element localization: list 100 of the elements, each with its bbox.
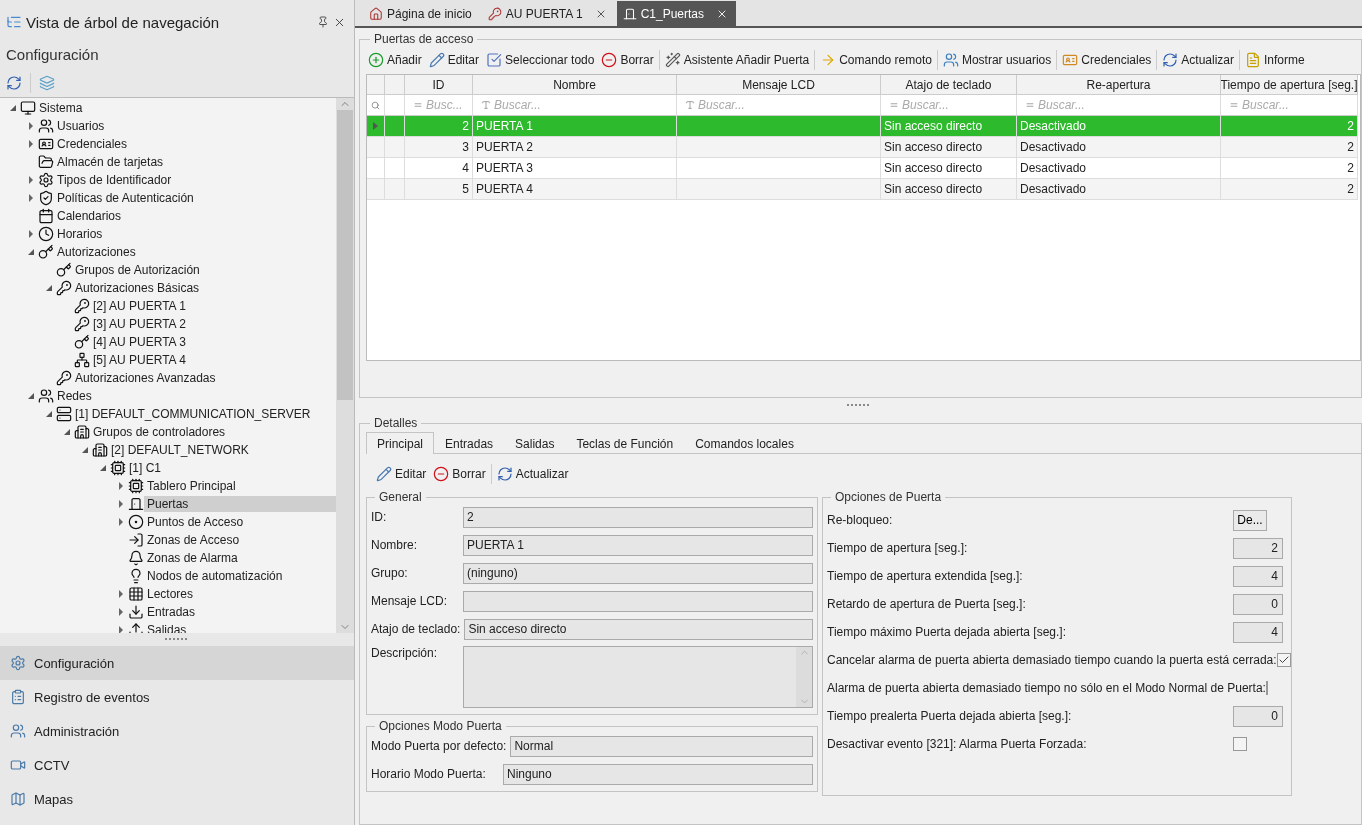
tab[interactable]: Principal [366, 432, 435, 454]
collapse-arrow-icon[interactable] [45, 284, 53, 292]
tree-item[interactable]: [1] C1 [126, 460, 165, 476]
tree-item[interactable]: Usuarios [54, 118, 109, 134]
splitter-handle[interactable] [846, 403, 871, 407]
table-row[interactable]: 5 PUERTA 4 Sin acceso directo Desactivado 2 [367, 179, 1358, 200]
checkbox[interactable] [1276, 653, 1291, 667]
tree-item[interactable]: Zonas de Alarma [144, 550, 242, 566]
number-field[interactable]: 2 [1233, 537, 1283, 559]
collapse-arrow-icon[interactable] [9, 104, 17, 112]
tree-item[interactable]: Calendarios [54, 208, 126, 224]
tree-item[interactable]: Sistema [36, 100, 87, 116]
toolbar-button[interactable]: Credenciales [1060, 50, 1154, 70]
tree-item[interactable]: Grupos de Autorización [72, 262, 204, 278]
expand-arrow-icon[interactable] [117, 500, 125, 508]
table-row[interactable]: 4 PUERTA 3 Sin acceso directo Desactivado 2 [367, 158, 1358, 179]
tree-item[interactable]: Horarios [54, 226, 107, 242]
toolbar-button[interactable]: Borrar [431, 464, 488, 484]
tree-item[interactable]: [4] AU PUERTA 3 [90, 334, 190, 350]
column-header[interactable]: Tiempo de apertura [seg.] [1221, 75, 1358, 95]
toolbar-button[interactable]: Editar [426, 50, 482, 70]
scrollbar[interactable] [336, 98, 354, 633]
toolbar-button[interactable]: Añadir [366, 50, 424, 70]
tree-item[interactable]: Credenciales [54, 136, 132, 152]
column-header[interactable]: Atajo de teclado [881, 75, 1017, 95]
column-header[interactable]: Nombre [473, 75, 677, 95]
tree-item[interactable]: [2] DEFAULT_NETWORK [108, 442, 253, 458]
collapse-arrow-icon[interactable] [45, 410, 53, 418]
toolbar-button[interactable]: Asistente Añadir Puerta [662, 50, 812, 70]
number-field[interactable]: 0 [1233, 593, 1283, 615]
table-row[interactable]: 3 PUERTA 2 Sin acceso directo Desactivado 2 [367, 137, 1358, 158]
document-tab[interactable]: C1_Puertas [616, 1, 737, 26]
relock-button[interactable]: De... [1233, 509, 1267, 531]
tree-item[interactable]: Lectores [144, 586, 198, 602]
expand-arrow-icon[interactable] [27, 194, 35, 202]
toolbar-button[interactable]: Editar [374, 464, 429, 484]
expand-arrow-icon[interactable] [117, 518, 125, 526]
column-header[interactable]: Mensaje LCD [677, 75, 881, 95]
toolbar-button[interactable]: Informe [1243, 50, 1307, 70]
toolbar-button[interactable]: Borrar [599, 50, 656, 70]
input-field[interactable]: Sin acceso directo [464, 618, 813, 640]
input-field[interactable]: PUERTA 1 [463, 534, 813, 556]
collapse-arrow-icon[interactable] [27, 392, 35, 400]
tree-item[interactable]: Tablero Principal [144, 478, 240, 494]
collapse-arrow-icon[interactable] [81, 446, 89, 454]
toolbar-button[interactable]: Actualizar [1160, 50, 1237, 70]
number-field[interactable]: 4 [1233, 621, 1283, 643]
tree-item[interactable]: Entradas [144, 604, 200, 620]
tab[interactable]: Teclas de Función [565, 432, 685, 454]
document-tab[interactable]: Página de inicio [363, 1, 480, 26]
tab[interactable]: Salidas [504, 432, 566, 454]
tree-item[interactable]: Autorizaciones Básicas [72, 280, 204, 296]
module-item[interactable]: Mapas [0, 782, 354, 816]
tree-item[interactable]: Grupos de controladores [90, 424, 230, 440]
tree-item[interactable]: Puntos de Acceso [144, 514, 248, 530]
tree-item[interactable]: Zonas de Acceso [144, 532, 244, 548]
collapse-arrow-icon[interactable] [27, 248, 35, 256]
toolbar-button[interactable]: Comando remoto [818, 50, 934, 70]
number-field[interactable]: 0 [1233, 705, 1283, 727]
tree-item[interactable]: Autorizaciones Avanzadas [72, 370, 220, 386]
checkbox[interactable] [1265, 681, 1268, 695]
tree-item[interactable]: [3] AU PUERTA 2 [90, 316, 190, 332]
grip-handle[interactable] [165, 638, 189, 641]
expand-arrow-icon[interactable] [27, 122, 35, 130]
expand-arrow-icon[interactable] [27, 230, 35, 238]
tree-item[interactable]: [5] AU PUERTA 4 [90, 352, 190, 368]
input-field[interactable]: Normal [510, 735, 813, 757]
input-field[interactable] [463, 590, 813, 612]
expand-arrow-icon[interactable] [117, 608, 125, 616]
toolbar-button[interactable]: Seleccionar todo [484, 50, 597, 70]
tab[interactable]: Entradas [434, 432, 505, 454]
number-field[interactable]: 4 [1233, 565, 1283, 587]
module-item[interactable]: CCTV [0, 748, 354, 782]
column-header[interactable]: ID [405, 75, 473, 95]
expand-arrow-icon[interactable] [117, 482, 125, 490]
expand-arrow-icon[interactable] [27, 176, 35, 184]
collapse-arrow-icon[interactable] [63, 428, 71, 436]
toolbar-button[interactable]: Actualizar [494, 464, 571, 484]
input-field[interactable]: (ninguno) [463, 562, 813, 584]
tree-item[interactable]: [2] AU PUERTA 1 [90, 298, 190, 314]
expand-arrow-icon[interactable] [117, 590, 125, 598]
collapse-arrow-icon[interactable] [99, 464, 107, 472]
tree-item[interactable]: Autorizaciones [54, 244, 140, 260]
input-field[interactable]: 2 [463, 506, 813, 528]
input-field[interactable]: Ninguno [503, 763, 813, 785]
tree-item[interactable]: Puertas [144, 496, 336, 512]
tree-item[interactable]: Almacén de tarjetas [54, 154, 168, 170]
expand-arrow-icon[interactable] [117, 626, 125, 633]
tab[interactable]: Comandos locales [684, 432, 805, 454]
module-item[interactable]: Configuración [0, 646, 354, 680]
module-item[interactable]: Administración [0, 714, 354, 748]
description-field[interactable] [463, 646, 813, 708]
tree-item[interactable]: Redes [54, 388, 96, 404]
expand-arrow-icon[interactable] [27, 140, 35, 148]
toolbar-button[interactable]: Mostrar usuarios [940, 50, 1054, 70]
tree-item[interactable]: Políticas de Autenticación [54, 190, 198, 206]
tree-item[interactable]: Nodos de automatización [144, 568, 287, 584]
tree-item[interactable]: [1] DEFAULT_COMMUNICATION_SERVER [72, 406, 315, 422]
tree-item[interactable]: Tipos de Identificador [54, 172, 176, 188]
module-item[interactable]: Registro de eventos [0, 680, 354, 714]
